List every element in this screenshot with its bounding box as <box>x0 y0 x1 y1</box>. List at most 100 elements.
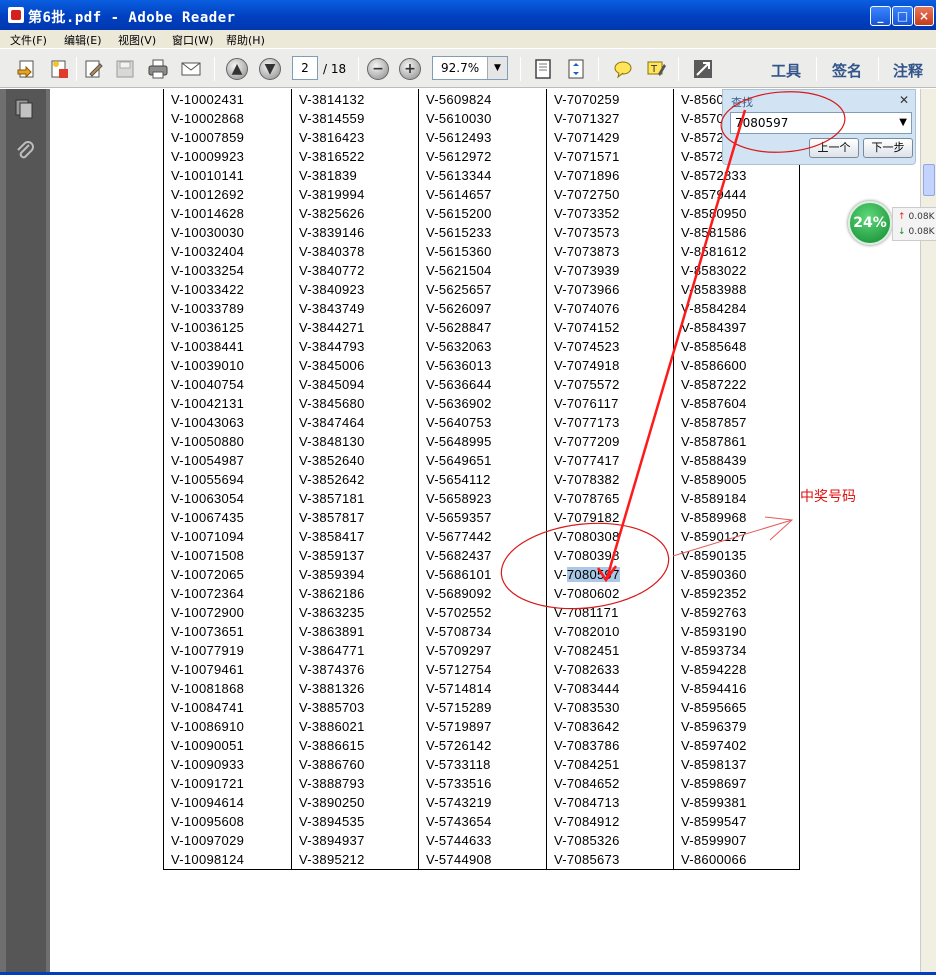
table-cell: V-8598137 <box>681 757 747 772</box>
page-thumbnails-icon[interactable] <box>13 97 37 121</box>
table-cell: V-8584284 <box>681 301 747 316</box>
table-cell: V-5615360 <box>426 244 492 259</box>
table-cell: V-5632063 <box>426 339 492 354</box>
next-page-icon[interactable]: ▼ <box>259 58 281 80</box>
table-cell: V-5719897 <box>426 719 492 734</box>
network-monitor-badge[interactable]: 24% <box>848 201 892 245</box>
menu-help[interactable]: 帮助(H) <box>226 32 265 48</box>
table-cell: V-10038441 <box>171 339 245 354</box>
table-cell: V-10055694 <box>171 472 245 487</box>
table-cell: V-3863235 <box>299 605 365 620</box>
table-cell: V-5733516 <box>426 776 492 791</box>
table-cell: V-3852640 <box>299 453 365 468</box>
table-cell: V-8597402 <box>681 738 747 753</box>
table-cell: V-3886615 <box>299 738 365 753</box>
table-cell: V-3845094 <box>299 377 365 392</box>
table-cell: V-7080602 <box>554 586 620 601</box>
table-cell: V-5715289 <box>426 700 492 715</box>
table-cell: V-381839 <box>299 168 358 183</box>
table-cell: V-7075572 <box>554 377 620 392</box>
table-cell: V-7073939 <box>554 263 620 278</box>
table-cell: V-5625657 <box>426 282 492 297</box>
table-cell: V-7083642 <box>554 719 620 734</box>
serial-number-table: V-10002431 V-10002868 V-10007859 V-10009923… <box>163 89 800 870</box>
table-cell: V-8583988 <box>681 282 747 297</box>
table-cell: V-3816522 <box>299 149 365 164</box>
full-screen-icon[interactable] <box>690 57 716 81</box>
table-cell: V-10002431 <box>171 92 245 107</box>
table-cell: V-7072750 <box>554 187 620 202</box>
chevron-down-icon[interactable]: ▼ <box>487 57 507 79</box>
table-cell: V-10084741 <box>171 700 245 715</box>
previous-page-icon[interactable]: ▲ <box>226 58 248 80</box>
table-cell: V-5609824 <box>426 92 492 107</box>
table-cell: V-3895212 <box>299 852 365 867</box>
table-cell: V-3848130 <box>299 434 365 449</box>
table-cell: V-7085673 <box>554 852 620 867</box>
close-button[interactable]: × <box>914 6 934 26</box>
page-number-input[interactable]: 2 <box>292 56 318 80</box>
menu-edit[interactable]: 编辑(E) <box>64 32 102 48</box>
zoom-select[interactable]: 92.7% ▼ <box>432 56 508 80</box>
zoom-in-icon[interactable]: + <box>399 58 421 80</box>
table-cell: V-10072900 <box>171 605 245 620</box>
table-cell: V-3857181 <box>299 491 365 506</box>
menu-window[interactable]: 窗口(W) <box>172 32 213 48</box>
chevron-down-icon[interactable]: ▼ <box>899 113 907 133</box>
edit-pdf-icon[interactable] <box>80 57 106 81</box>
svg-text:T: T <box>650 64 658 75</box>
highlight-text-icon[interactable]: T <box>643 57 669 81</box>
scrollbar-thumb[interactable] <box>923 164 935 196</box>
table-cell: V-10033254 <box>171 263 245 278</box>
print-icon[interactable] <box>145 57 171 81</box>
single-page-view-icon[interactable] <box>530 57 556 81</box>
save-icon[interactable] <box>112 57 138 81</box>
email-icon[interactable] <box>178 57 204 81</box>
table-cell: V-7080308 <box>554 529 620 544</box>
table-cell: V-5614657 <box>426 187 492 202</box>
tools-pane-link[interactable]: 工具 <box>771 60 801 81</box>
table-cell: V-5612972 <box>426 149 492 164</box>
find-previous-button[interactable]: 上一个 <box>809 138 859 158</box>
table-cell: V-10071094 <box>171 529 245 544</box>
table-cell: V-7071429 <box>554 130 620 145</box>
table-cell: V-3840923 <box>299 282 365 297</box>
table-cell: V-5682437 <box>426 548 492 563</box>
menu-view[interactable]: 视图(V) <box>118 32 156 48</box>
find-next-button[interactable]: 下一步 <box>863 138 913 158</box>
table-cell: V-8583022 <box>681 263 747 278</box>
table-cell: V-8592763 <box>681 605 747 620</box>
table-cell: V-7083786 <box>554 738 620 753</box>
comment-pane-link[interactable]: 注释 <box>893 60 923 81</box>
maximize-button[interactable]: □ <box>892 6 913 26</box>
table-cell: V-10090933 <box>171 757 245 772</box>
upload-speed: 0.08K <box>898 212 935 222</box>
table-cell: V-8581586 <box>681 225 747 240</box>
network-speed-panel: 0.08K 0.08K <box>892 207 936 241</box>
table-cell: V-7073966 <box>554 282 620 297</box>
table-cell: V-10063054 <box>171 491 245 506</box>
table-cell: V-3859137 <box>299 548 365 563</box>
table-column: V-8560 V-8570 V-8572144 V-8572358 V-8572833 V… <box>673 89 800 869</box>
menu-file[interactable]: 文件(F) <box>10 32 47 48</box>
table-cell: V-7078765 <box>554 491 620 506</box>
zoom-out-icon[interactable]: − <box>367 58 389 80</box>
find-input[interactable]: 7080597 ▼ <box>730 112 912 134</box>
open-file-icon[interactable] <box>14 57 40 81</box>
minimize-button[interactable]: _ <box>870 6 891 26</box>
table-cell: V-7074918 <box>554 358 620 373</box>
table-cell: V-7082633 <box>554 662 620 677</box>
table-cell: V-10032404 <box>171 244 245 259</box>
create-pdf-icon[interactable] <box>46 57 72 81</box>
sign-pane-link[interactable]: 签名 <box>832 60 862 81</box>
table-cell: V-8581612 <box>681 244 747 259</box>
comment-icon[interactable] <box>610 57 636 81</box>
table-cell: V-7077417 <box>554 453 620 468</box>
attachments-icon[interactable] <box>13 139 37 163</box>
table-cell: V-8587857 <box>681 415 747 430</box>
table-cell: V-3845680 <box>299 396 365 411</box>
table-cell: V-10002868 <box>171 111 245 126</box>
fit-page-icon[interactable] <box>563 57 589 81</box>
close-icon[interactable]: ✕ <box>899 93 909 107</box>
table-cell: V-5733118 <box>426 757 491 772</box>
